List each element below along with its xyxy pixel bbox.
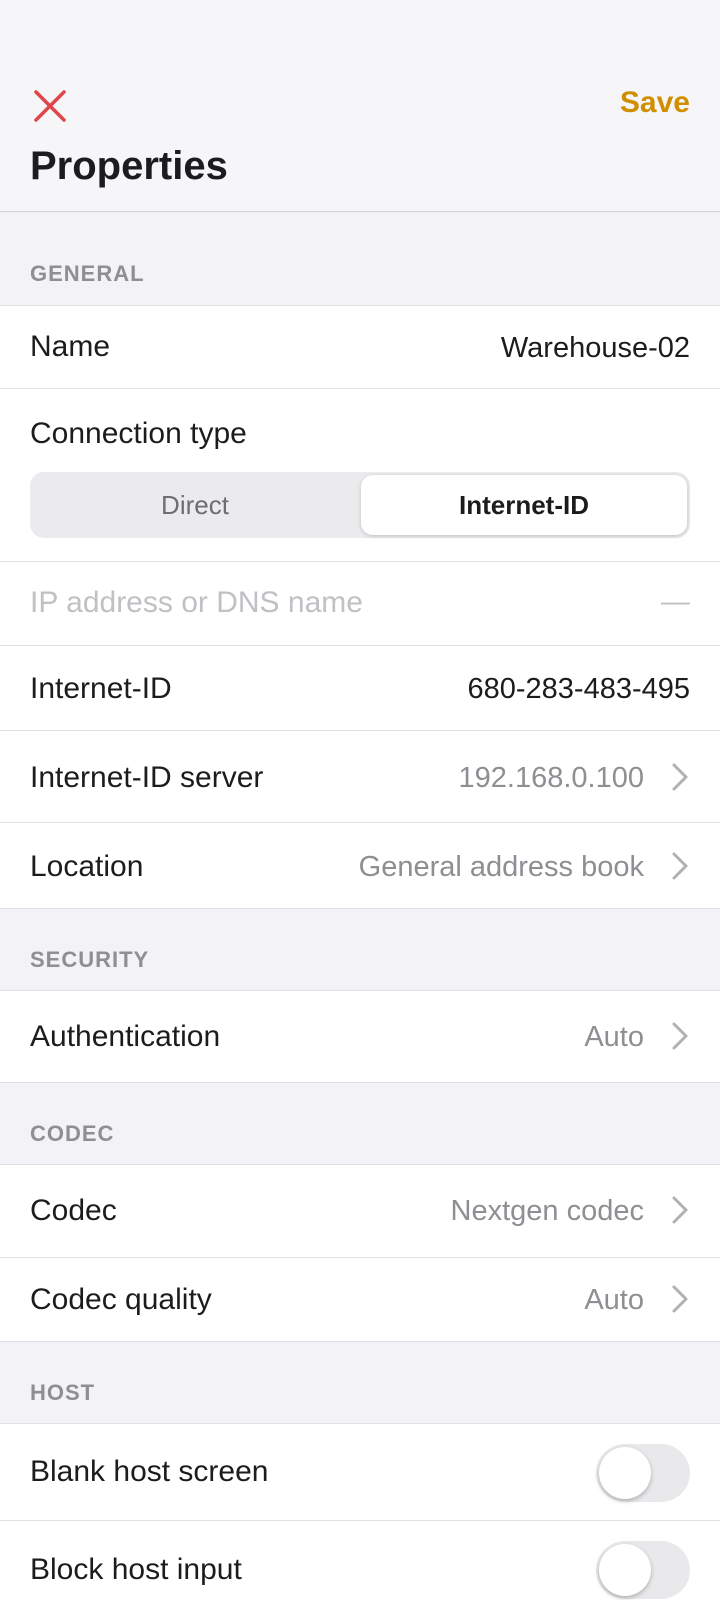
close-icon: [34, 90, 66, 122]
chevron-right-icon: [672, 1022, 688, 1050]
internet-id-server-row[interactable]: Internet-ID server 192.168.0.100: [0, 730, 720, 822]
section-header-codec: CODEC: [0, 1082, 720, 1164]
codec-value: Nextgen codec: [450, 1195, 644, 1227]
codec-row[interactable]: Codec Nextgen codec: [0, 1164, 720, 1257]
blank-host-screen-label: Blank host screen: [30, 1455, 269, 1488]
connection-type-label: Connection type: [30, 417, 247, 450]
location-label: Location: [30, 850, 144, 883]
save-button[interactable]: Save: [620, 86, 690, 120]
authentication-row[interactable]: Authentication Auto: [0, 990, 720, 1082]
blank-host-screen-row: Blank host screen: [0, 1423, 720, 1520]
block-host-input-label: Block host input: [30, 1553, 242, 1586]
blank-host-screen-toggle[interactable]: [596, 1444, 690, 1502]
page-title: Properties: [30, 144, 228, 188]
address-value: —: [661, 586, 690, 618]
internet-id-server-value: 192.168.0.100: [458, 762, 644, 794]
name-row[interactable]: Name Warehouse-02: [0, 305, 720, 388]
block-host-input-row: Block host input: [0, 1520, 720, 1600]
segment-direct[interactable]: Direct: [30, 472, 360, 538]
location-row[interactable]: Location General address book: [0, 822, 720, 908]
chevron-right-icon: [672, 1196, 688, 1224]
internet-id-server-label: Internet-ID server: [30, 761, 264, 794]
codec-quality-row[interactable]: Codec quality Auto: [0, 1257, 720, 1341]
address-placeholder[interactable]: IP address or DNS name: [30, 586, 363, 620]
header: Save Properties: [0, 0, 720, 212]
close-button[interactable]: [26, 82, 74, 130]
codec-quality-value: Auto: [584, 1284, 644, 1316]
chevron-right-icon: [672, 1285, 688, 1313]
toggle-knob: [599, 1447, 651, 1499]
chevron-right-icon: [672, 852, 688, 880]
codec-quality-label: Codec quality: [30, 1283, 212, 1316]
codec-label: Codec: [30, 1194, 117, 1227]
name-label: Name: [30, 330, 111, 363]
internet-id-value[interactable]: 680-283-483-495: [467, 673, 690, 706]
chevron-right-icon: [672, 763, 688, 791]
block-host-input-toggle[interactable]: [596, 1541, 690, 1599]
address-row[interactable]: IP address or DNS name —: [0, 561, 720, 645]
location-value: General address book: [358, 851, 644, 883]
internet-id-label: Internet-ID: [30, 672, 172, 705]
segment-internet-id[interactable]: Internet-ID: [361, 475, 687, 535]
toggle-knob: [599, 1544, 651, 1596]
name-value[interactable]: Warehouse-02: [501, 332, 690, 365]
authentication-value: Auto: [584, 1021, 644, 1053]
section-header-host: HOST: [0, 1341, 720, 1423]
internet-id-row[interactable]: Internet-ID 680-283-483-495: [0, 645, 720, 730]
section-header-general: GENERAL: [0, 213, 720, 305]
section-header-security: SECURITY: [0, 908, 720, 990]
authentication-label: Authentication: [30, 1020, 221, 1053]
connection-type-segmented-control: Direct Internet-ID: [30, 472, 690, 538]
